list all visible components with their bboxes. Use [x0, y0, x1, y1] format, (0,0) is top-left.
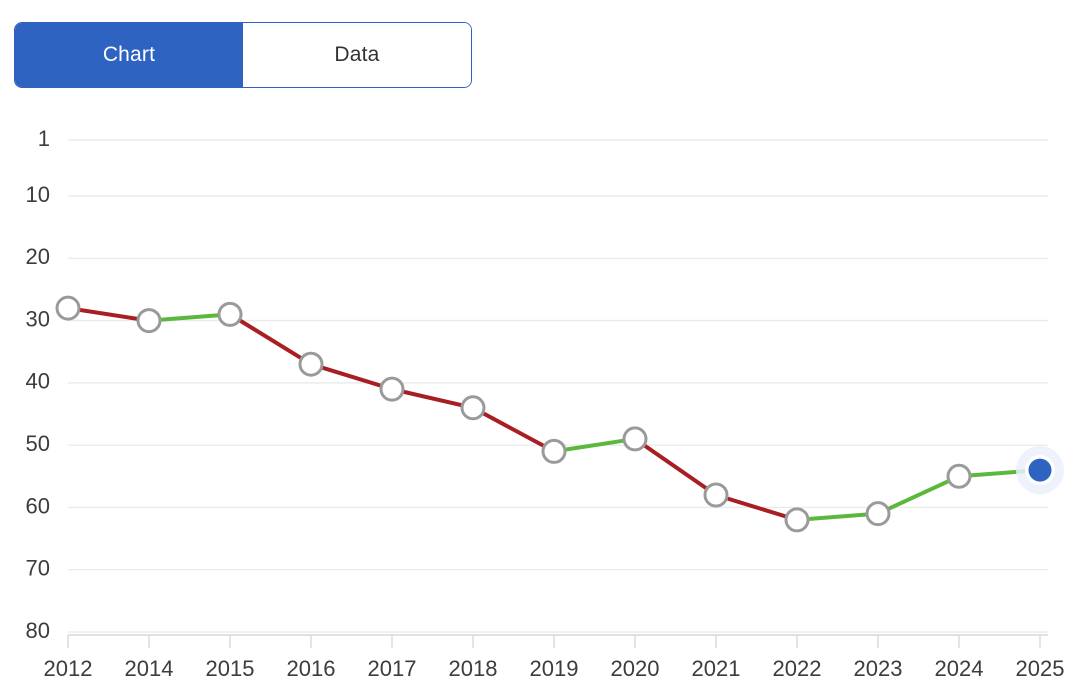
x-tick-label-2012: 2012: [44, 656, 93, 681]
data-point-2018[interactable]: [460, 395, 486, 421]
chart-gridlines: [68, 139, 1048, 633]
data-point-2023[interactable]: [865, 501, 891, 527]
y-tick-label-50: 50: [26, 431, 50, 456]
data-point-2022[interactable]: [784, 507, 810, 533]
y-tick-label-80: 80: [26, 618, 50, 643]
x-tick-label-2025: 2025: [1016, 656, 1065, 681]
x-tick-label-2023: 2023: [854, 656, 903, 681]
data-point-2019[interactable]: [541, 438, 567, 464]
x-tick-label-2021: 2021: [692, 656, 741, 681]
y-tick-label-40: 40: [26, 369, 50, 394]
y-tick-label-10: 10: [26, 182, 50, 207]
y-tick-label-30: 30: [26, 306, 50, 331]
tab-chart-label: Chart: [102, 43, 156, 66]
chart-svg: 11020304050607080 2012 2014 2015 2016 2017 20…: [26, 126, 1065, 681]
x-tick-label-2020: 2020: [611, 656, 660, 681]
x-tick-label-2017: 2017: [368, 656, 417, 681]
line-segment-2015-2016: [228, 312, 313, 367]
x-tick-label-2019: 2019: [530, 656, 579, 681]
data-point-2014[interactable]: [136, 308, 162, 334]
y-tick-label-70: 70: [26, 556, 50, 581]
chart-x-axis-ticks: [67, 635, 1041, 648]
data-point-2024[interactable]: [946, 463, 972, 489]
data-point-2020[interactable]: [622, 426, 648, 452]
line-segment-2016-2017: [309, 362, 394, 392]
chart-x-axis-labels: 2012 2014 2015 2016 2017 2018 2019 2020 2021 2022…: [44, 656, 1065, 681]
x-tick-label-2016: 2016: [287, 656, 336, 681]
data-point-2015[interactable]: [217, 301, 243, 327]
y-tick-label-1: 1: [38, 126, 50, 151]
x-tick-label-2014: 2014: [125, 656, 174, 681]
data-point-2012[interactable]: [55, 295, 81, 321]
tab-chart[interactable]: Chart: [15, 23, 243, 87]
data-point-2017[interactable]: [379, 376, 405, 402]
data-point-2025-highlighted[interactable]: [1028, 458, 1052, 482]
tab-data[interactable]: Data: [243, 23, 471, 87]
chart-data-tab-switcher[interactable]: Chart Data: [14, 22, 472, 88]
x-tick-label-2015: 2015: [206, 656, 255, 681]
x-tick-label-2018: 2018: [449, 656, 498, 681]
y-tick-label-20: 20: [26, 244, 50, 269]
chart-y-axis-labels: 1 10 20 30 40 50 60 70 80: [26, 126, 50, 643]
x-tick-label-2024: 2024: [935, 656, 984, 681]
y-tick-label-60: 60: [26, 493, 50, 518]
x-tick-label-2022: 2022: [773, 656, 822, 681]
data-point-2021[interactable]: [703, 482, 729, 508]
data-point-2016[interactable]: [298, 351, 324, 377]
chart-line-segments: [66, 306, 1042, 522]
rank-line-chart: 1 10 20 30 40 50 60 70 80 2012 2014 2015 2016 2017 20…: [0, 100, 1080, 700]
tab-data-label: Data: [334, 43, 380, 66]
line-segment-2020-2021: [633, 436, 718, 497]
